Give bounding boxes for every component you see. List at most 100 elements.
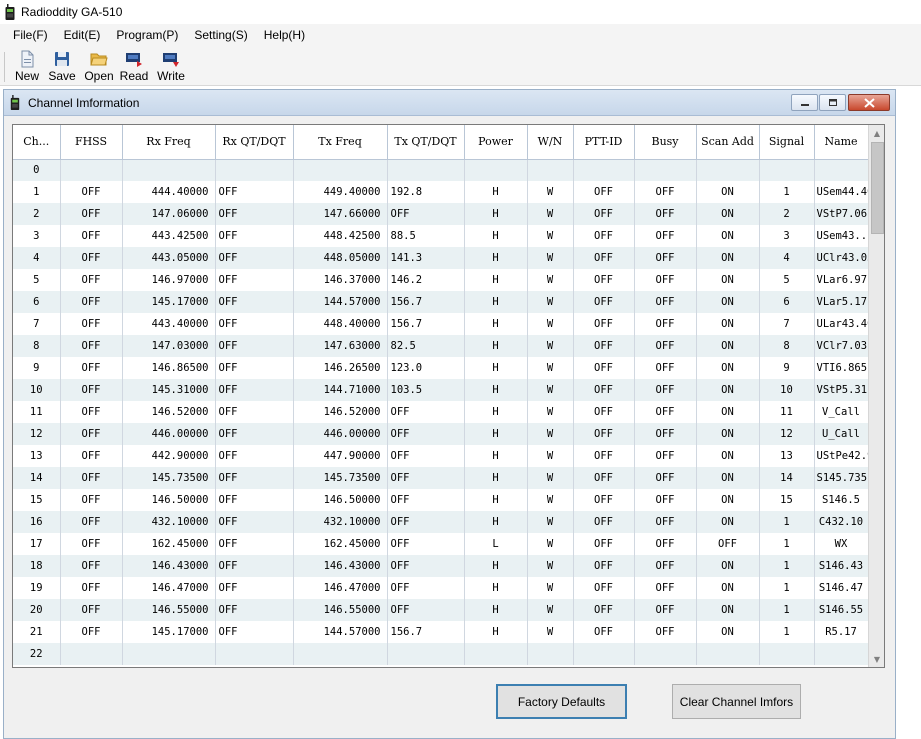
cell-fhss[interactable]: OFF <box>60 555 123 577</box>
cell-channel[interactable]: 5 <box>13 269 61 291</box>
cell-tx-qt[interactable]: OFF <box>387 467 465 489</box>
cell-channel[interactable]: 10 <box>13 379 61 401</box>
cell-busy[interactable]: OFF <box>634 247 697 269</box>
cell-rx-qt[interactable]: OFF <box>215 335 294 357</box>
cell-ptt-id[interactable]: OFF <box>573 423 635 445</box>
cell-busy[interactable]: OFF <box>634 225 697 247</box>
cell-signal[interactable]: 1 <box>759 533 815 555</box>
table-row[interactable]: 20 OFF 146.55000 OFF 146.55000 OFF H W OFF OFF ON 1… <box>13 599 869 621</box>
cell-busy[interactable]: OFF <box>634 621 697 643</box>
cell-channel[interactable]: 4 <box>13 247 61 269</box>
cell-busy[interactable] <box>634 159 697 181</box>
cell-power[interactable]: H <box>464 489 528 511</box>
cell-wn[interactable] <box>527 643 574 665</box>
cell-name[interactable]: S146.43 <box>814 555 869 577</box>
cell-signal[interactable] <box>759 159 815 181</box>
cell-signal[interactable]: 1 <box>759 555 815 577</box>
scroll-down-arrow-icon[interactable]: ▼ <box>869 651 884 667</box>
cell-signal[interactable]: 9 <box>759 357 815 379</box>
cell-signal[interactable]: 11 <box>759 401 815 423</box>
cell-wn[interactable]: W <box>527 533 574 555</box>
cell-rx-qt[interactable]: OFF <box>215 599 294 621</box>
cell-fhss[interactable] <box>60 643 123 665</box>
cell-tx-qt[interactable]: 156.7 <box>387 313 465 335</box>
cell-tx-qt[interactable]: 88.5 <box>387 225 465 247</box>
scroll-thumb[interactable] <box>871 142 884 234</box>
cell-wn[interactable]: W <box>527 291 574 313</box>
cell-ptt-id[interactable]: OFF <box>573 555 635 577</box>
cell-signal[interactable]: 1 <box>759 599 815 621</box>
cell-rx-qt[interactable]: OFF <box>215 401 294 423</box>
cell-scan-add[interactable]: ON <box>696 621 760 643</box>
cell-channel[interactable]: 6 <box>13 291 61 313</box>
cell-tx-freq[interactable]: 447.90000 <box>293 445 388 467</box>
cell-fhss[interactable] <box>60 159 123 181</box>
cell-channel[interactable]: 16 <box>13 511 61 533</box>
col-signal-header[interactable]: Signal <box>759 125 815 160</box>
cell-tx-qt[interactable]: OFF <box>387 401 465 423</box>
cell-busy[interactable]: OFF <box>634 577 697 599</box>
cell-name[interactable]: V_Call <box>814 401 869 423</box>
cell-wn[interactable]: W <box>527 357 574 379</box>
cell-wn[interactable]: W <box>527 489 574 511</box>
cell-busy[interactable]: OFF <box>634 599 697 621</box>
col-ptt-id-header[interactable]: PTT-ID <box>573 125 635 160</box>
cell-name[interactable]: USem44.40 <box>814 181 869 203</box>
cell-tx-qt[interactable]: 192.8 <box>387 181 465 203</box>
cell-rx-freq[interactable]: 145.17000 <box>122 621 216 643</box>
cell-ptt-id[interactable]: OFF <box>573 533 635 555</box>
cell-name[interactable]: S146.47 <box>814 577 869 599</box>
cell-scan-add[interactable]: OFF <box>696 533 760 555</box>
cell-ptt-id[interactable] <box>573 643 635 665</box>
cell-tx-qt[interactable]: 156.7 <box>387 291 465 313</box>
cell-ptt-id[interactable]: OFF <box>573 577 635 599</box>
cell-rx-freq[interactable]: 432.10000 <box>122 511 216 533</box>
table-row[interactable]: 18 OFF 146.43000 OFF 146.43000 OFF H W OFF OFF ON 1… <box>13 555 869 577</box>
cell-signal[interactable]: 2 <box>759 203 815 225</box>
cell-signal[interactable]: 14 <box>759 467 815 489</box>
cell-scan-add[interactable]: ON <box>696 335 760 357</box>
cell-power[interactable]: H <box>464 357 528 379</box>
clear-channel-button[interactable]: Clear Channel Imfors <box>672 684 801 719</box>
cell-fhss[interactable]: OFF <box>60 489 123 511</box>
cell-tx-freq[interactable]: 446.00000 <box>293 423 388 445</box>
cell-scan-add[interactable]: ON <box>696 423 760 445</box>
table-row[interactable]: 0 <box>13 159 869 181</box>
col-fhss-header[interactable]: FHSS <box>60 125 123 160</box>
cell-name[interactable]: UClr43.05 <box>814 247 869 269</box>
cell-power[interactable]: H <box>464 291 528 313</box>
cell-rx-freq[interactable]: 442.90000 <box>122 445 216 467</box>
cell-signal[interactable]: 3 <box>759 225 815 247</box>
cell-tx-qt[interactable]: 103.5 <box>387 379 465 401</box>
table-row[interactable]: 4 OFF 443.05000 OFF 448.05000 141.3 H W OFF OFF ON… <box>13 247 869 269</box>
cell-rx-freq[interactable]: 146.52000 <box>122 401 216 423</box>
cell-rx-qt[interactable]: OFF <box>215 621 294 643</box>
cell-ptt-id[interactable]: OFF <box>573 181 635 203</box>
cell-rx-freq[interactable]: 147.03000 <box>122 335 216 357</box>
cell-tx-freq[interactable]: 146.37000 <box>293 269 388 291</box>
cell-signal[interactable]: 1 <box>759 181 815 203</box>
col-tx-qt-header[interactable]: Tx QT/DQT <box>387 125 465 160</box>
table-row[interactable]: 17 OFF 162.45000 OFF 162.45000 OFF L W OFF OFF OFF… <box>13 533 869 555</box>
cell-rx-freq[interactable] <box>122 159 216 181</box>
cell-rx-qt[interactable]: OFF <box>215 423 294 445</box>
cell-power[interactable]: H <box>464 247 528 269</box>
cell-rx-freq[interactable]: 145.17000 <box>122 291 216 313</box>
cell-busy[interactable]: OFF <box>634 489 697 511</box>
save-button[interactable]: Save <box>45 50 79 83</box>
menu-program[interactable]: Program(P) <box>110 28 186 42</box>
cell-fhss[interactable]: OFF <box>60 335 123 357</box>
cell-signal[interactable]: 10 <box>759 379 815 401</box>
table-row[interactable]: 13 OFF 442.90000 OFF 447.90000 OFF H W OFF OFF ON 1… <box>13 445 869 467</box>
restore-button[interactable] <box>819 94 846 111</box>
cell-fhss[interactable]: OFF <box>60 357 123 379</box>
cell-rx-qt[interactable]: OFF <box>215 269 294 291</box>
cell-fhss[interactable]: OFF <box>60 533 123 555</box>
cell-name[interactable]: S146.5 <box>814 489 869 511</box>
table-row[interactable]: 22 <box>13 643 869 665</box>
cell-channel[interactable]: 21 <box>13 621 61 643</box>
cell-channel[interactable]: 3 <box>13 225 61 247</box>
cell-channel[interactable]: 13 <box>13 445 61 467</box>
cell-scan-add[interactable]: ON <box>696 555 760 577</box>
cell-busy[interactable]: OFF <box>634 401 697 423</box>
